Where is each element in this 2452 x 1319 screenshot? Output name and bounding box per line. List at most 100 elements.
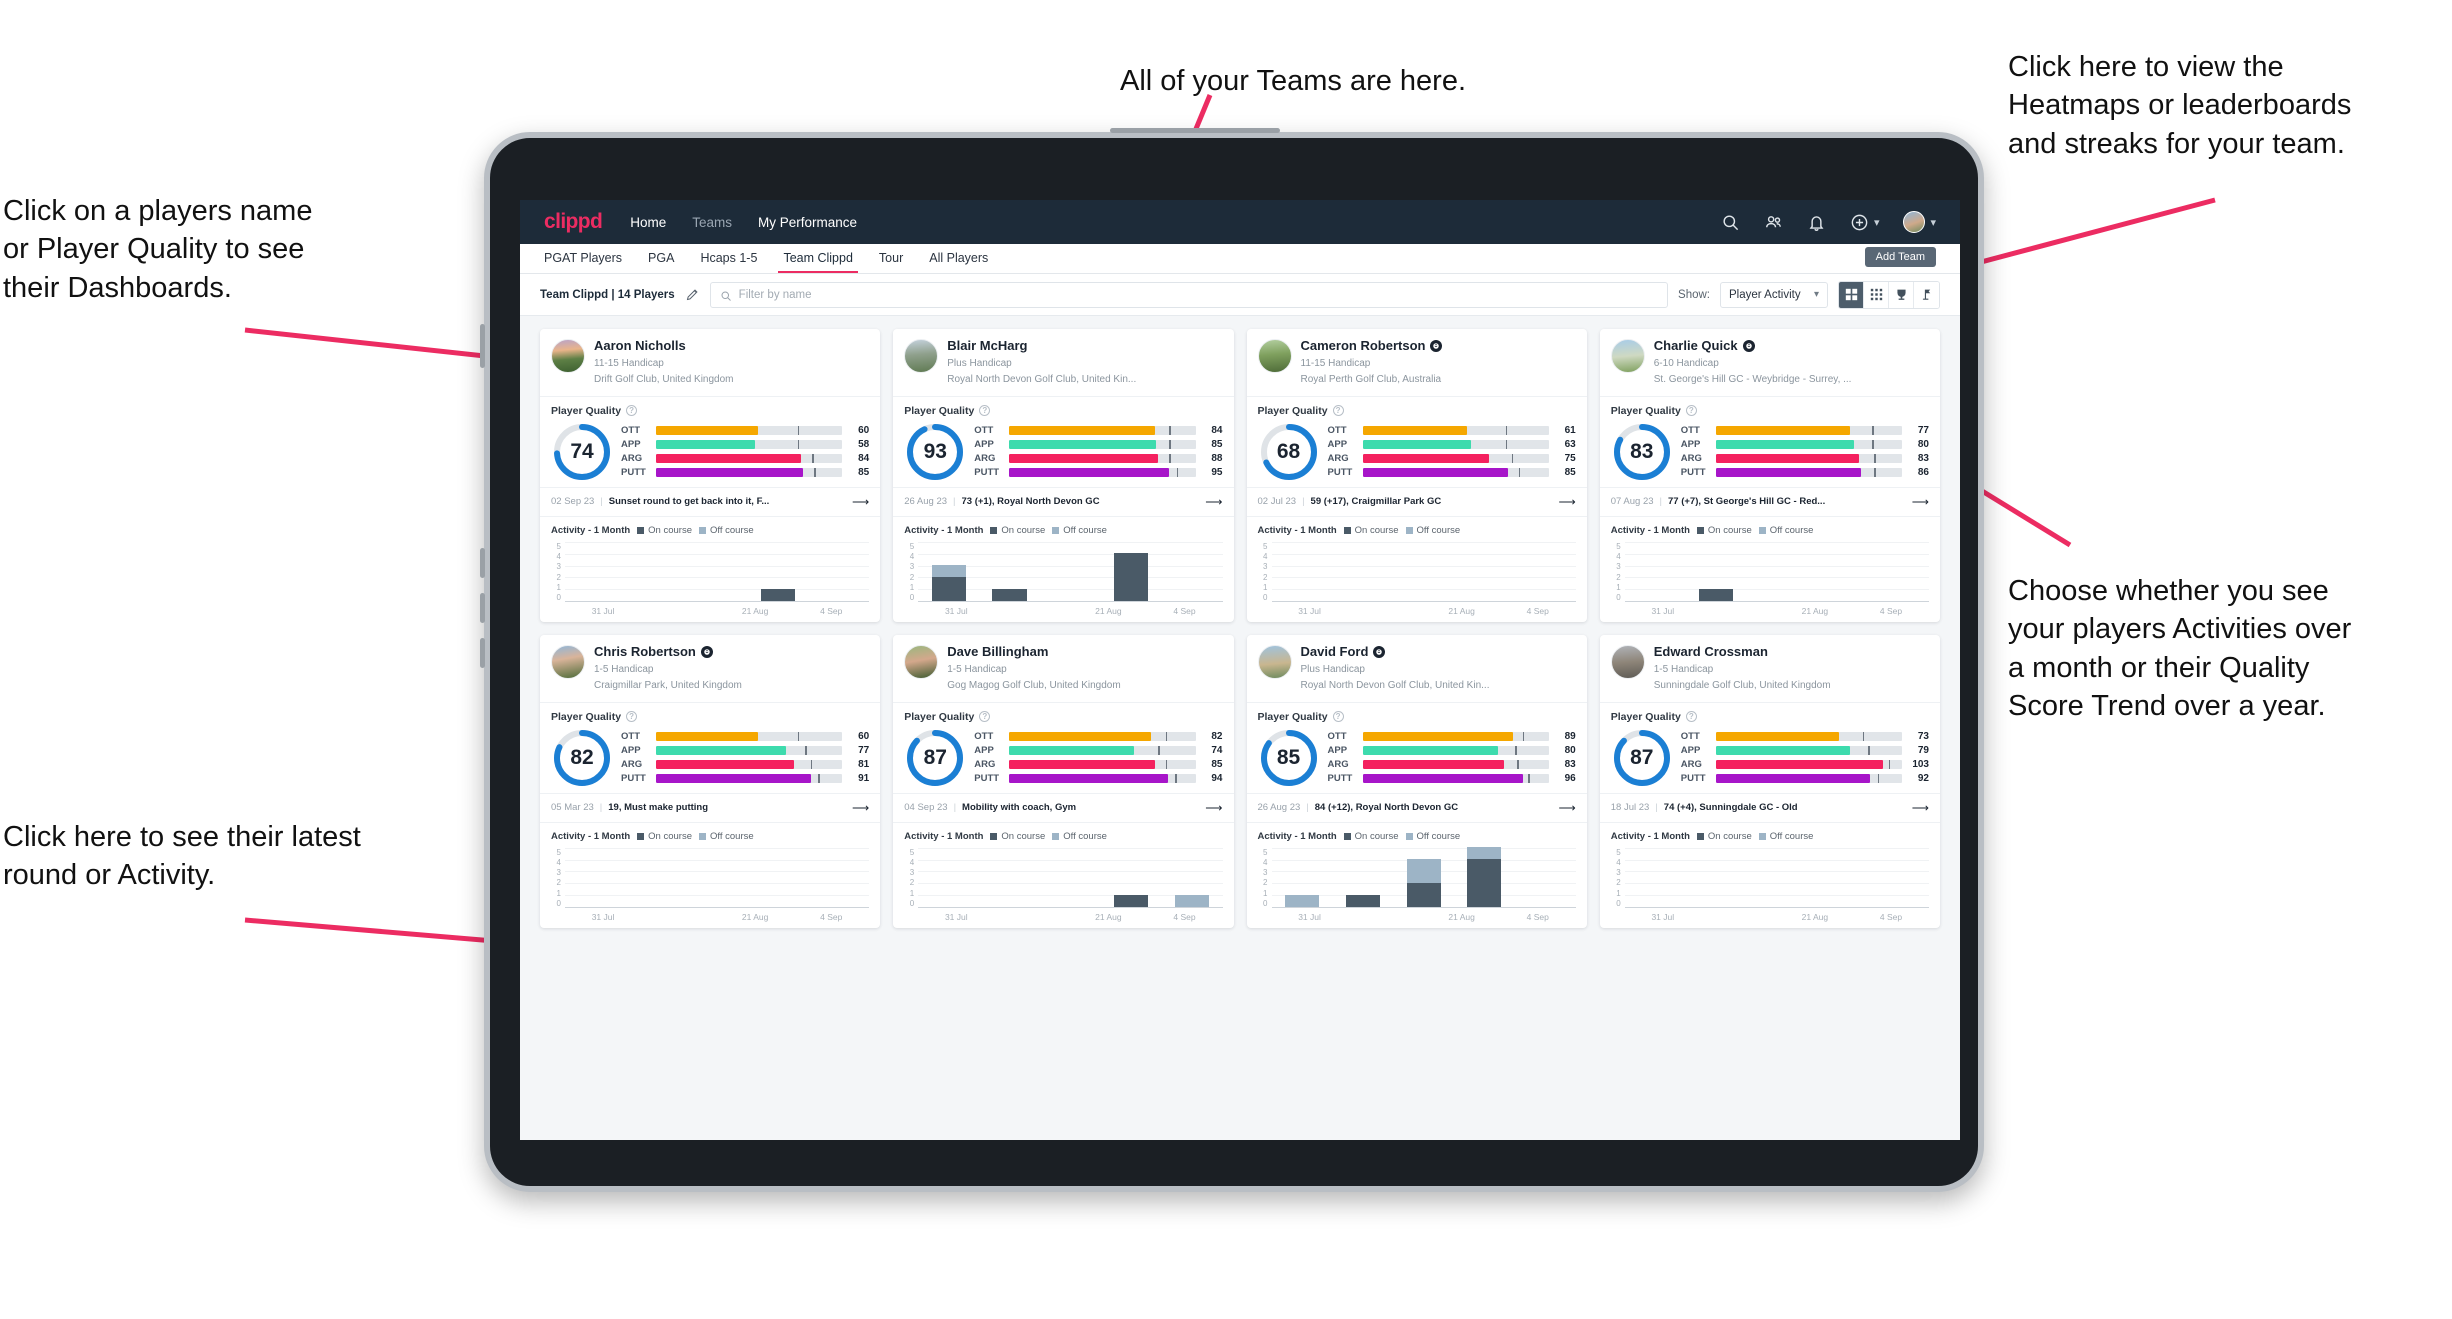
player-name[interactable]: Blair McHarg [947, 338, 1136, 354]
tab-all-players[interactable]: All Players [929, 245, 988, 272]
nav-link-my-performance[interactable]: My Performance [758, 215, 857, 230]
tab-pgat-players[interactable]: PGAT Players [544, 245, 622, 272]
player-quality-section[interactable]: Player Quality? 82 OTT 60 APP 77 ARG 81 PUTT 91 [540, 701, 881, 793]
latest-activity-row[interactable]: 02 Sep 23 | Sunset round to get back into … [540, 486, 881, 517]
x-tick-label: 21 Aug [1095, 605, 1122, 616]
arrow-right-icon[interactable]: ⟶ [846, 495, 869, 509]
latest-activity-row[interactable]: 26 Aug 23 | 84 (+12), Royal North Devon GC… [1246, 792, 1587, 823]
chevron-down-icon[interactable]: ▾ [1930, 216, 1936, 229]
pencil-icon[interactable] [685, 287, 700, 302]
player-quality-section[interactable]: Player Quality? 74 OTT 60 APP 58 ARG 84 PUTT 85 [540, 395, 881, 487]
add-team-button[interactable]: Add Team [1864, 247, 1936, 267]
arrow-right-icon[interactable]: ⟶ [1906, 495, 1929, 509]
avatar[interactable] [1610, 644, 1645, 679]
arrow-right-icon[interactable]: ⟶ [846, 801, 869, 815]
help-icon[interactable]: ? [1685, 711, 1697, 723]
flag-icon[interactable] [1914, 281, 1939, 308]
player-name[interactable]: Chris Robertson [594, 644, 742, 660]
help-icon[interactable]: ? [979, 711, 991, 723]
player-card-header[interactable]: Chris Robertson 1-5 Handicap Craigmillar P… [540, 635, 880, 702]
player-name[interactable]: Aaron Nicholls [594, 338, 734, 354]
tab-hcaps-1-5[interactable]: Hcaps 1-5 [700, 245, 757, 272]
activity-chart: 543210 [1258, 846, 1576, 908]
metric-value: 80 [1917, 439, 1929, 451]
metric-value: 63 [1564, 439, 1576, 451]
people-icon[interactable] [1764, 213, 1783, 232]
player-card[interactable]: Blair McHarg Plus Handicap Royal North Dev… [893, 329, 1234, 622]
avatar[interactable] [904, 644, 939, 679]
search-icon[interactable] [1721, 213, 1740, 232]
player-name[interactable]: Charlie Quick [1654, 338, 1852, 354]
player-card[interactable]: Charlie Quick 6-10 Handicap St. George's H… [1599, 329, 1940, 622]
latest-activity-row[interactable]: 02 Jul 23 | 59 (+17), Craigmillar Park GC ⟶ [1246, 486, 1587, 517]
latest-activity-row[interactable]: 05 Mar 23 | 19, Must make putting ⟶ [540, 792, 881, 823]
arrow-right-icon[interactable]: ⟶ [1199, 495, 1222, 509]
nav-link-home[interactable]: Home [630, 215, 666, 230]
player-quality-section[interactable]: Player Quality? 68 OTT 61 APP 63 ARG 75 PUTT 85 [1246, 395, 1587, 487]
avatar[interactable] [551, 644, 585, 679]
avatar[interactable] [551, 339, 585, 373]
metric-benchmark-tick [1158, 746, 1160, 756]
add-menu[interactable]: ▾ [1850, 213, 1880, 232]
player-card[interactable]: Dave Billingham 1-5 Handicap Gog Magog Gol… [893, 634, 1234, 928]
avatar[interactable] [1257, 339, 1292, 373]
search-input[interactable]: Filter by name [709, 281, 1669, 308]
player-quality-section[interactable]: Player Quality? 87 OTT 82 APP 74 ARG 85 PUTT 94 [893, 701, 1234, 793]
clippd-logo[interactable]: clippd [544, 210, 603, 234]
help-icon[interactable]: ? [1685, 405, 1697, 417]
metric-value: 73 [1917, 731, 1929, 743]
avatar[interactable] [1903, 211, 1926, 233]
player-card-header[interactable]: Edward Crossman 1-5 Handicap Sunningdale G… [1600, 635, 1940, 702]
latest-activity-row[interactable]: 04 Sep 23 | Mobility with coach, Gym ⟶ [893, 792, 1234, 823]
player-name[interactable]: Edward Crossman [1654, 644, 1831, 660]
arrow-right-icon[interactable]: ⟶ [1553, 495, 1576, 509]
player-card-header[interactable]: David Ford Plus Handicap Royal North Devon… [1247, 635, 1587, 702]
help-icon[interactable]: ? [1332, 711, 1344, 723]
profile-menu[interactable]: ▾ [1903, 211, 1936, 233]
tab-tour[interactable]: Tour [879, 245, 903, 272]
chevron-down-icon[interactable]: ▾ [1874, 216, 1880, 229]
nav-link-teams[interactable]: Teams [692, 215, 732, 230]
player-card-header[interactable]: Cameron Robertson 11-15 Handicap Royal Per… [1247, 329, 1587, 396]
latest-activity-row[interactable]: 07 Aug 23 | 77 (+7), St George's Hill GC -… [1599, 486, 1940, 517]
avatar[interactable] [904, 339, 939, 373]
player-card-header[interactable]: Blair McHarg Plus Handicap Royal North Dev… [893, 329, 1233, 396]
metric-benchmark-tick [1165, 732, 1168, 742]
latest-activity-row[interactable]: 18 Jul 23 | 74 (+4), Sunningdale GC - Old ⟶ [1599, 792, 1940, 823]
player-card-header[interactable]: Aaron Nicholls 11-15 Handicap Drift Golf C… [540, 329, 880, 396]
help-icon[interactable]: ? [626, 711, 638, 723]
player-card-header[interactable]: Charlie Quick 6-10 Handicap St. George's H… [1600, 329, 1940, 396]
tab-team-clippd[interactable]: Team Clippd [778, 245, 859, 273]
latest-activity-row[interactable]: 26 Aug 23 | 73 (+1), Royal North Devon GC ⟶ [893, 486, 1234, 517]
metric-label: APP [1327, 439, 1348, 451]
metric-label: OTT [1680, 731, 1700, 743]
player-name[interactable]: David Ford [1301, 644, 1490, 660]
player-quality-section[interactable]: Player Quality? 83 OTT 77 APP 80 ARG 83 PUTT 86 [1599, 395, 1940, 487]
arrow-right-icon[interactable]: ⟶ [1553, 801, 1576, 815]
player-name[interactable]: Dave Billingham [947, 644, 1120, 660]
plus-circle-icon[interactable] [1850, 213, 1869, 232]
avatar[interactable] [1610, 339, 1645, 373]
player-card[interactable]: Chris Robertson 1-5 Handicap Craigmillar P… [540, 634, 881, 928]
grid-small-icon[interactable] [1864, 281, 1889, 308]
bell-icon[interactable] [1807, 213, 1826, 232]
player-card-header[interactable]: Dave Billingham 1-5 Handicap Gog Magog Gol… [893, 635, 1233, 702]
grid-large-icon[interactable] [1839, 281, 1864, 308]
arrow-right-icon[interactable]: ⟶ [1199, 801, 1222, 815]
player-name[interactable]: Cameron Robertson [1301, 338, 1443, 354]
trophy-icon[interactable] [1889, 281, 1914, 308]
player-card[interactable]: Aaron Nicholls 11-15 Handicap Drift Golf C… [540, 329, 881, 622]
arrow-right-icon[interactable]: ⟶ [1906, 801, 1929, 815]
player-card[interactable]: David Ford Plus Handicap Royal North Devon… [1246, 634, 1587, 928]
player-quality-section[interactable]: Player Quality? 85 OTT 89 APP 80 ARG 83 PUTT 96 [1246, 701, 1587, 793]
help-icon[interactable]: ? [626, 405, 638, 417]
avatar[interactable] [1257, 644, 1292, 679]
player-quality-section[interactable]: Player Quality? 87 OTT 73 APP 79 ARG 103 PUTT 92 [1599, 701, 1940, 793]
player-card[interactable]: Cameron Robertson 11-15 Handicap Royal Per… [1246, 329, 1587, 622]
help-icon[interactable]: ? [979, 405, 991, 417]
tab-pga[interactable]: PGA [648, 245, 674, 272]
show-select[interactable]: Player Activity ▾ [1720, 281, 1828, 308]
player-quality-section[interactable]: Player Quality? 93 OTT 84 APP 85 ARG 88 PUTT 95 [893, 395, 1234, 487]
help-icon[interactable]: ? [1332, 405, 1344, 417]
player-card[interactable]: Edward Crossman 1-5 Handicap Sunningdale G… [1599, 634, 1940, 928]
